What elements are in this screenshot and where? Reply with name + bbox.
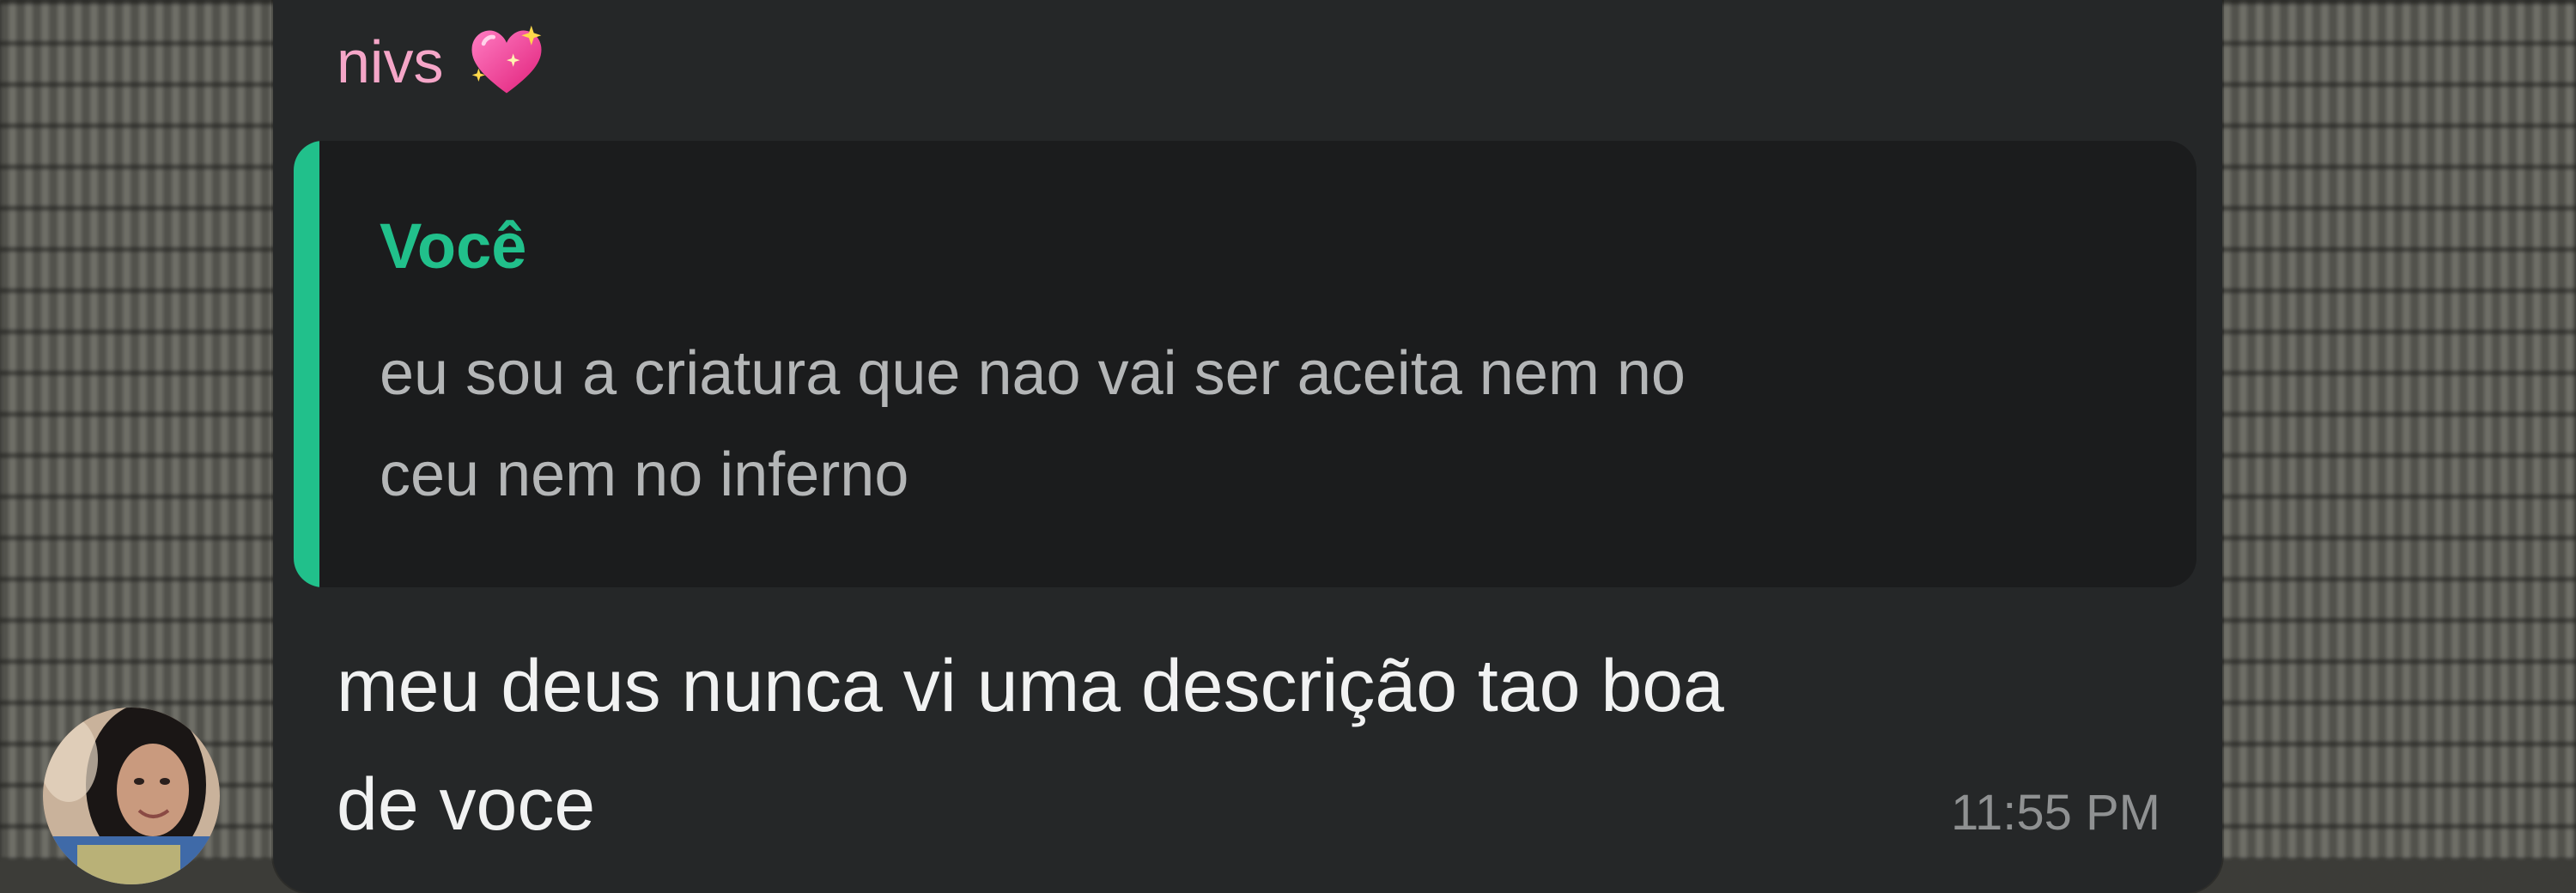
quote-accent-bar bbox=[294, 141, 319, 587]
quoted-reply[interactable]: Você eu sou a criatura que nao vai ser a… bbox=[294, 141, 2196, 587]
quoted-message-text: eu sou a criatura que nao vai ser aceita… bbox=[380, 339, 1686, 509]
sender-name[interactable]: nivs bbox=[337, 32, 443, 92]
sender-header: nivs bbox=[337, 21, 548, 103]
avatar-photo bbox=[43, 708, 220, 884]
message-text: meu deus nunca vi uma descrição tao boa … bbox=[337, 645, 1724, 846]
message-timestamp: 11:55 PM bbox=[1951, 785, 2160, 841]
sender-avatar[interactable] bbox=[43, 708, 220, 884]
wallpaper-right-area bbox=[2198, 0, 2576, 859]
quoted-author: Você bbox=[380, 210, 527, 282]
sparkling-heart-emoji-icon bbox=[471, 25, 542, 94]
